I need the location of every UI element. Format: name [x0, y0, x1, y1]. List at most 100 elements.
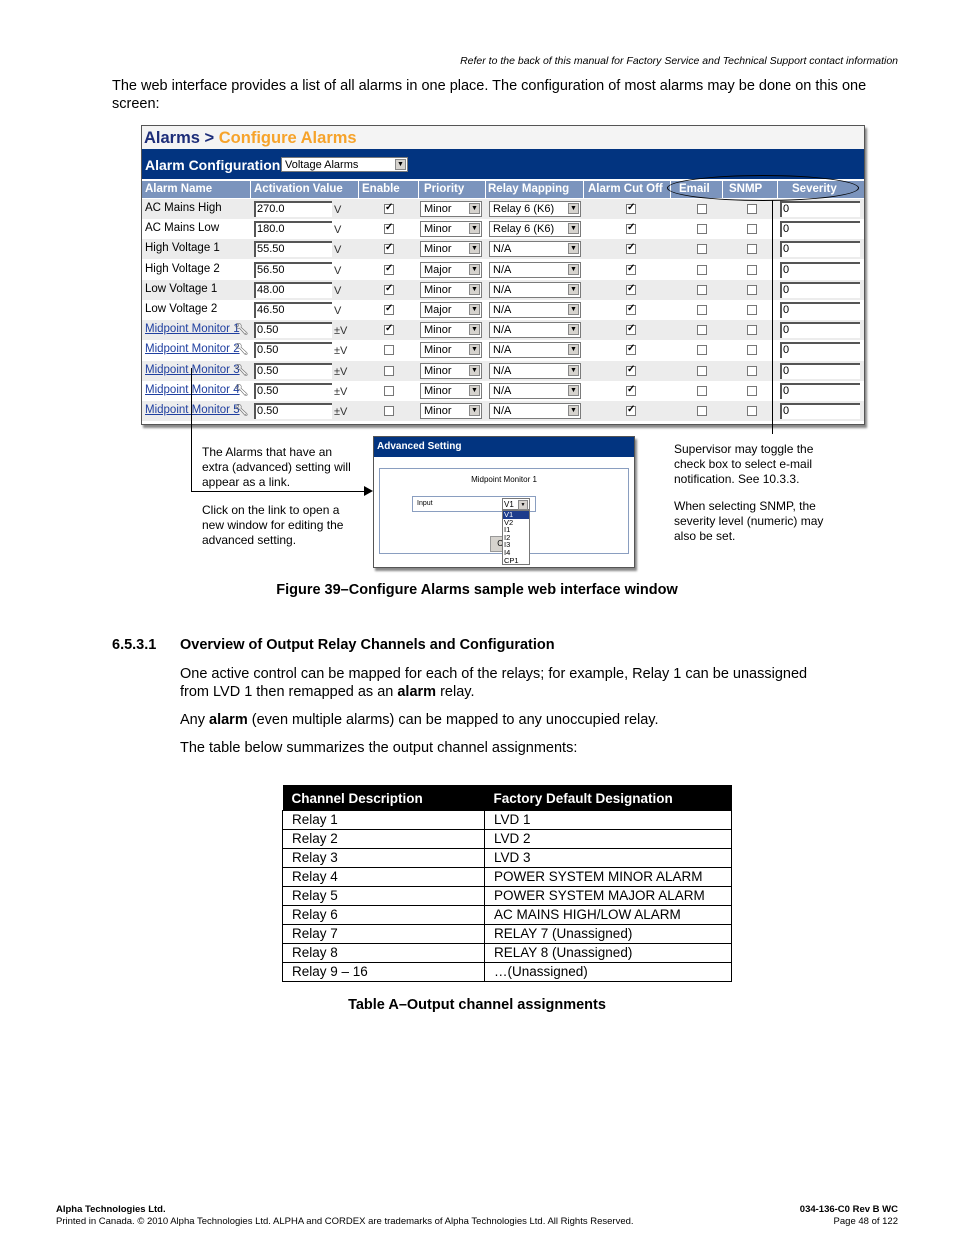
alarm-name-link[interactable]: Midpoint Monitor 3 — [145, 364, 240, 376]
severity-input[interactable]: 0 — [780, 362, 860, 379]
activation-value-input[interactable]: 0.50 — [254, 342, 332, 359]
alarm-cut-off-checkbox[interactable] — [626, 365, 636, 376]
relay-mapping-select[interactable]: N/A ▼ — [489, 261, 581, 278]
severity-input[interactable]: 0 — [780, 281, 860, 298]
email-checkbox[interactable] — [697, 264, 707, 275]
relay-mapping-select[interactable]: Relay 6 (K6) ▼ — [489, 221, 581, 238]
activation-value-input[interactable]: 48.00 — [254, 281, 332, 298]
priority-select[interactable]: Minor ▼ — [420, 362, 482, 379]
priority-select[interactable]: Minor ▼ — [420, 342, 482, 359]
relay-mapping-select[interactable]: N/A ▼ — [489, 281, 581, 298]
alarm-name-link[interactable]: Midpoint Monitor 1 — [145, 323, 240, 335]
priority-select[interactable]: Minor ▼ — [420, 281, 482, 298]
priority-select[interactable]: Minor ▼ — [420, 382, 482, 399]
snmp-checkbox[interactable] — [747, 244, 757, 255]
snmp-checkbox[interactable] — [747, 305, 757, 315]
severity-input[interactable]: 0 — [780, 241, 860, 258]
activation-value-input[interactable]: 0.50 — [254, 322, 332, 339]
enable-checkbox[interactable] — [384, 204, 394, 214]
severity-input[interactable]: 0 — [780, 342, 860, 359]
relay-mapping-select[interactable]: N/A ▼ — [489, 302, 581, 318]
enable-checkbox[interactable] — [384, 365, 394, 376]
activation-value-input[interactable]: 0.50 — [254, 382, 332, 399]
breadcrumb-parent[interactable]: Alarms > — [144, 129, 214, 147]
relay-mapping-select[interactable]: Relay 6 (K6) ▼ — [489, 201, 581, 217]
email-checkbox[interactable] — [697, 204, 707, 214]
snmp-checkbox[interactable] — [747, 204, 757, 214]
relay-mapping-select[interactable]: N/A ▼ — [489, 403, 581, 419]
severity-input[interactable]: 0 — [780, 261, 860, 278]
relay-mapping-select[interactable]: N/A ▼ — [489, 382, 581, 399]
enable-checkbox[interactable] — [384, 406, 394, 416]
snmp-checkbox[interactable] — [747, 406, 757, 416]
activation-value-input[interactable]: 46.50 — [254, 302, 332, 318]
email-checkbox[interactable] — [697, 244, 707, 255]
email-checkbox[interactable] — [697, 365, 707, 376]
severity-input[interactable]: 0 — [780, 201, 860, 217]
wrench-icon[interactable]: 🔧︎ — [234, 363, 249, 377]
snmp-checkbox[interactable] — [747, 385, 757, 396]
enable-checkbox[interactable] — [384, 345, 394, 356]
priority-select[interactable]: Minor ▼ — [420, 322, 482, 339]
severity-input[interactable]: 0 — [780, 322, 860, 339]
alarm-category-select[interactable]: Voltage Alarms ▼ — [281, 157, 408, 172]
alarm-name-link[interactable]: Midpoint Monitor 4 — [145, 384, 240, 396]
activation-value-input[interactable]: 270.0 — [254, 201, 332, 217]
priority-select[interactable]: Minor ▼ — [420, 241, 482, 258]
input-select[interactable]: V1 ▼ — [502, 498, 530, 510]
wrench-icon[interactable]: 🔧︎ — [234, 342, 249, 356]
email-checkbox[interactable] — [697, 385, 707, 396]
activation-value-input[interactable]: 56.50 — [254, 261, 332, 278]
priority-select[interactable]: Minor ▼ — [420, 403, 482, 419]
enable-checkbox[interactable] — [384, 284, 394, 295]
relay-mapping-select[interactable]: N/A ▼ — [489, 322, 581, 339]
activation-value-input[interactable]: 55.50 — [254, 241, 332, 258]
snmp-checkbox[interactable] — [747, 264, 757, 275]
priority-select[interactable]: Major ▼ — [420, 302, 482, 318]
enable-checkbox[interactable] — [384, 224, 394, 235]
severity-input[interactable]: 0 — [780, 382, 860, 399]
input-option[interactable]: CP1 — [503, 556, 529, 564]
alarm-cut-off-checkbox[interactable] — [626, 264, 636, 275]
alarm-cut-off-checkbox[interactable] — [626, 305, 636, 315]
email-checkbox[interactable] — [697, 345, 707, 356]
wrench-icon[interactable]: 🔧︎ — [234, 383, 249, 397]
snmp-checkbox[interactable] — [747, 325, 757, 336]
enable-checkbox[interactable] — [384, 325, 394, 336]
wrench-icon[interactable]: 🔧︎ — [234, 403, 249, 417]
relay-mapping-select[interactable]: N/A ▼ — [489, 362, 581, 379]
priority-select[interactable]: Major ▼ — [420, 261, 482, 278]
snmp-checkbox[interactable] — [747, 224, 757, 235]
alarm-cut-off-checkbox[interactable] — [626, 385, 636, 396]
snmp-checkbox[interactable] — [747, 345, 757, 356]
enable-checkbox[interactable] — [384, 305, 394, 315]
enable-checkbox[interactable] — [384, 264, 394, 275]
snmp-checkbox[interactable] — [747, 284, 757, 295]
snmp-checkbox[interactable] — [747, 365, 757, 376]
email-checkbox[interactable] — [697, 406, 707, 416]
alarm-cut-off-checkbox[interactable] — [626, 224, 636, 235]
email-checkbox[interactable] — [697, 325, 707, 336]
alarm-cut-off-checkbox[interactable] — [626, 284, 636, 295]
alarm-name-link[interactable]: Midpoint Monitor 5 — [145, 404, 240, 416]
priority-select[interactable]: Minor ▼ — [420, 201, 482, 217]
input-options-list[interactable]: V1 V2 I1 I2 I3 I4 CP1 — [502, 510, 530, 565]
alarm-name-link[interactable]: Midpoint Monitor 2 — [145, 343, 240, 355]
activation-value-input[interactable]: 0.50 — [254, 362, 332, 379]
alarm-cut-off-checkbox[interactable] — [626, 406, 636, 416]
priority-select[interactable]: Minor ▼ — [420, 221, 482, 238]
wrench-icon[interactable]: 🔧︎ — [234, 322, 249, 336]
alarm-cut-off-checkbox[interactable] — [626, 325, 636, 336]
email-checkbox[interactable] — [697, 305, 707, 315]
relay-mapping-select[interactable]: N/A ▼ — [489, 342, 581, 359]
severity-input[interactable]: 0 — [780, 221, 860, 238]
alarm-cut-off-checkbox[interactable] — [626, 204, 636, 214]
severity-input[interactable]: 0 — [780, 302, 860, 318]
enable-checkbox[interactable] — [384, 385, 394, 396]
activation-value-input[interactable]: 0.50 — [254, 403, 332, 419]
alarm-cut-off-checkbox[interactable] — [626, 244, 636, 255]
alarm-cut-off-checkbox[interactable] — [626, 345, 636, 356]
activation-value-input[interactable]: 180.0 — [254, 221, 332, 238]
email-checkbox[interactable] — [697, 224, 707, 235]
email-checkbox[interactable] — [697, 284, 707, 295]
